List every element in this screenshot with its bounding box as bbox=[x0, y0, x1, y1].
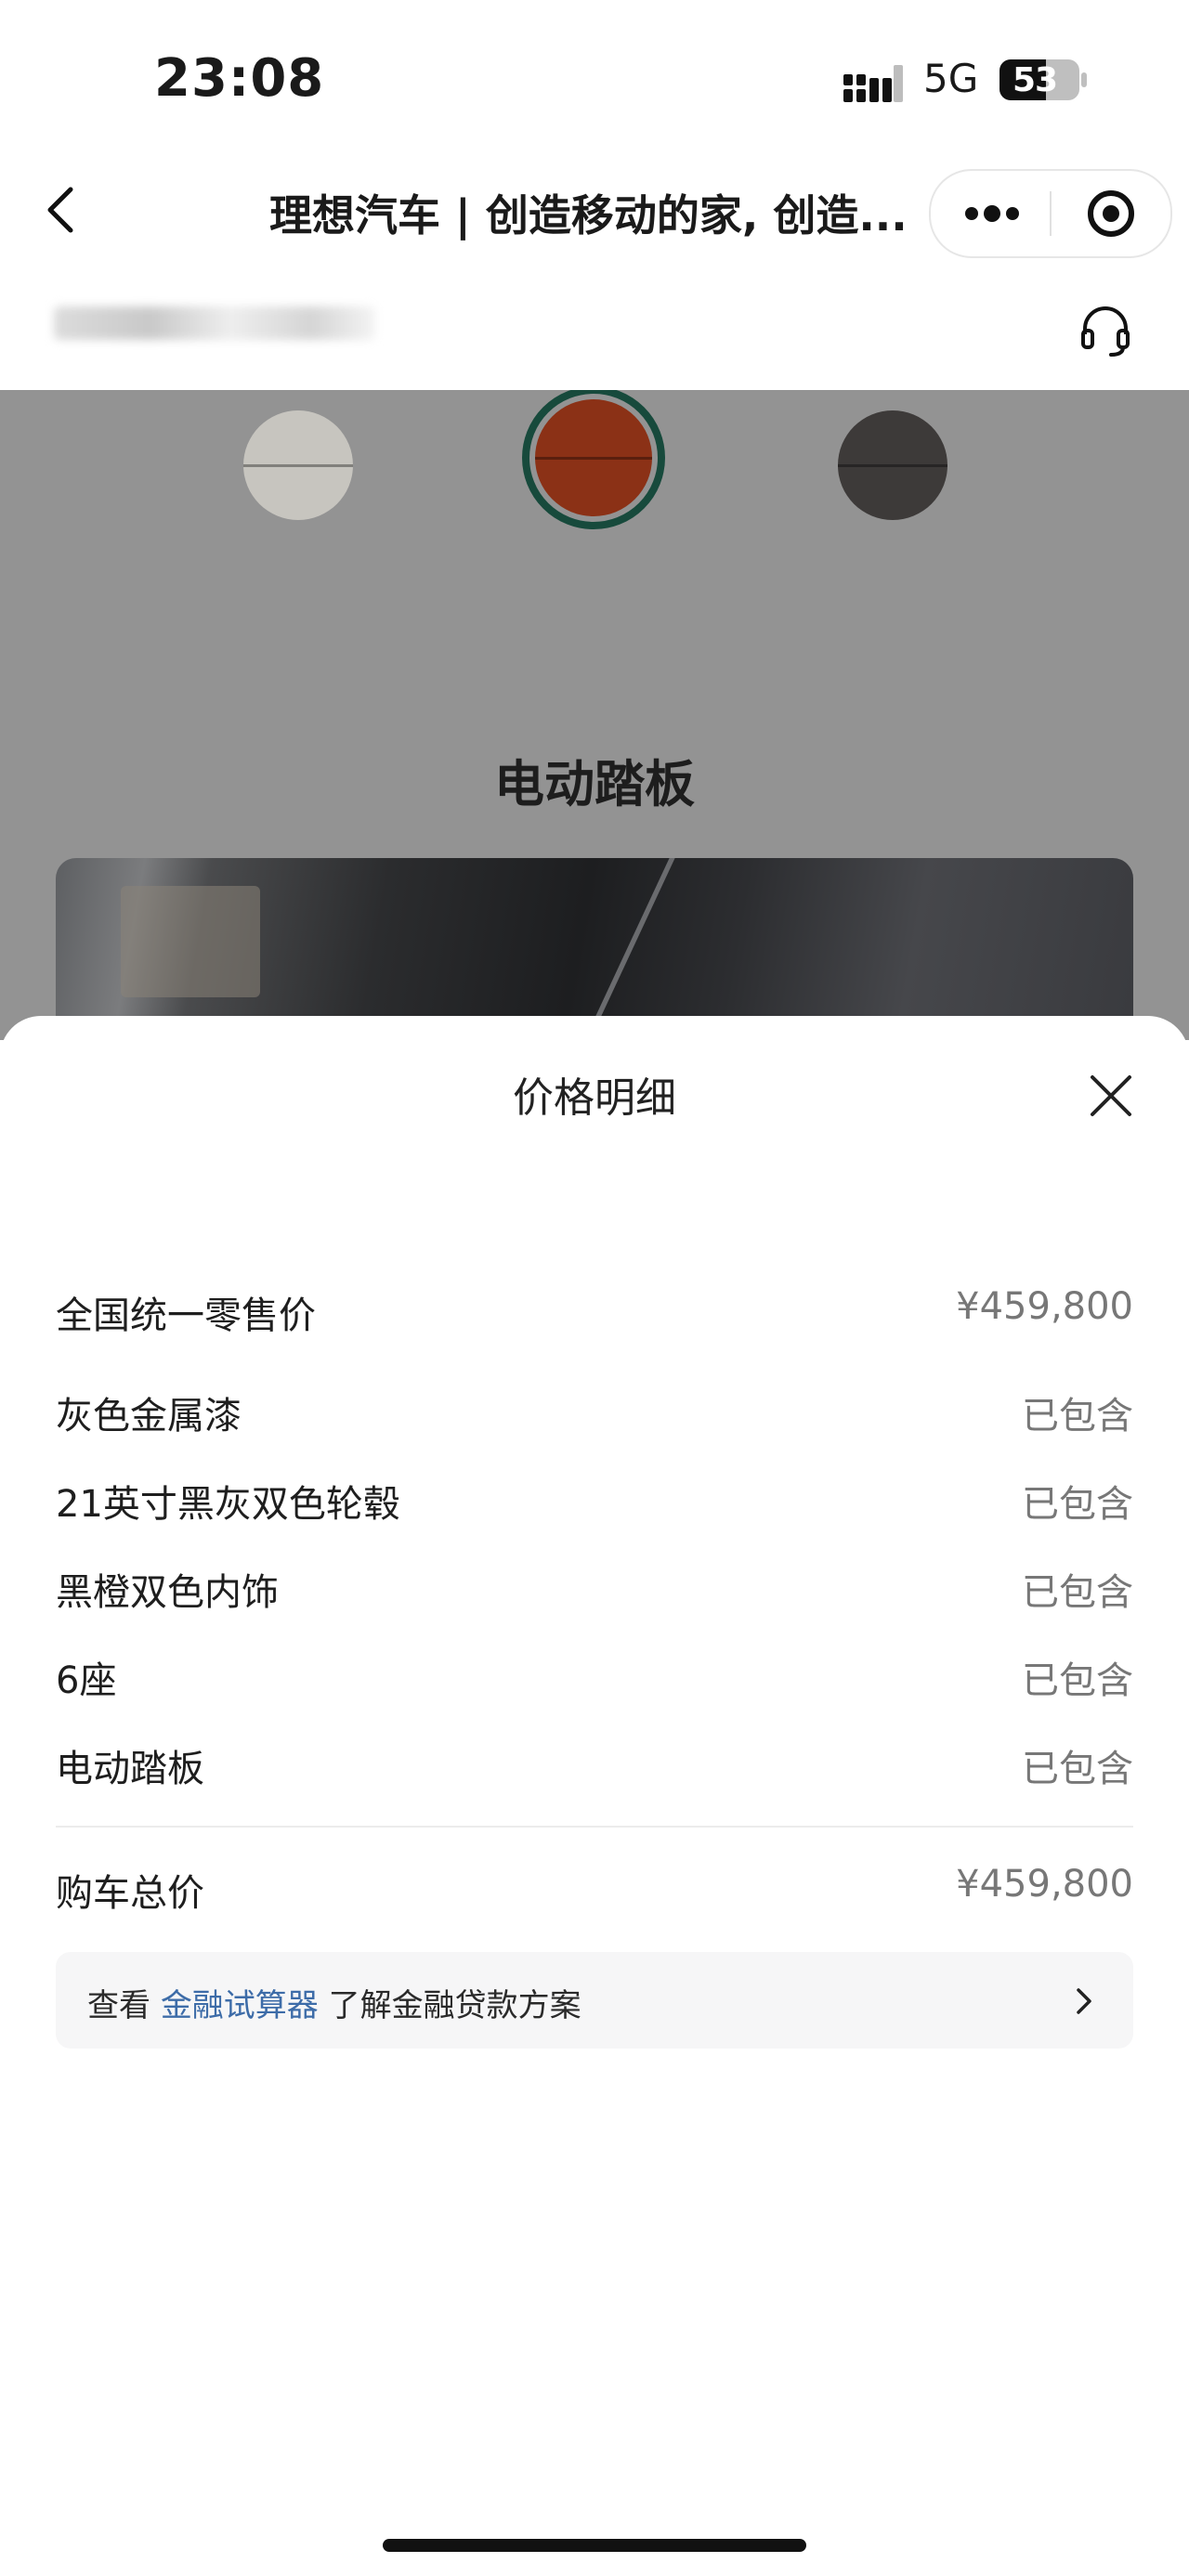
customer-service-headset-icon[interactable] bbox=[1078, 303, 1133, 358]
page-title: 理想汽车 | 创造移动的家, 创造... bbox=[269, 190, 908, 241]
price-row: 黑橙双色内饰 已包含 bbox=[56, 1562, 1133, 1650]
brand-row bbox=[0, 269, 1189, 390]
home-indicator bbox=[383, 2539, 806, 2552]
more-options-icon[interactable] bbox=[931, 171, 1050, 256]
network-type: 5G bbox=[923, 56, 979, 101]
price-row: 21英寸黑灰双色轮毂 已包含 bbox=[56, 1474, 1133, 1562]
price-row: 全国统一零售价 ¥459,800 bbox=[56, 1285, 1133, 1386]
total-price-row: 购车总价 ¥459,800 bbox=[56, 1863, 1133, 1919]
price-detail-sheet: 价格明细 全国统一零售价 ¥459,800 灰色金属漆 已包含 21英寸黑灰双色… bbox=[0, 1016, 1189, 2576]
divider bbox=[56, 1826, 1133, 1828]
chevron-right-icon bbox=[1077, 1988, 1091, 2014]
finance-calculator-link[interactable]: 查看 金融试算器 了解金融贷款方案 bbox=[56, 1952, 1133, 2049]
close-icon[interactable] bbox=[1087, 1072, 1135, 1120]
interior-swatch-light-gray[interactable] bbox=[243, 410, 353, 520]
interior-swatch-orange[interactable] bbox=[535, 399, 652, 516]
sheet-title: 价格明细 bbox=[513, 1074, 676, 1122]
battery-icon: 53 bbox=[1000, 59, 1089, 100]
price-row: 灰色金属漆 已包含 bbox=[56, 1386, 1133, 1474]
price-list: 全国统一零售价 ¥459,800 灰色金属漆 已包含 21英寸黑灰双色轮毂 已包… bbox=[56, 1285, 1133, 1827]
finance-calculator-link-text[interactable]: 金融试算器 bbox=[161, 1987, 319, 2024]
back-arrow-icon[interactable] bbox=[37, 184, 89, 236]
finance-prefix: 查看 bbox=[87, 1987, 150, 2024]
total-price-label: 购车总价 bbox=[56, 1872, 204, 1915]
total-price-value: ¥459,800 bbox=[956, 1863, 1133, 1906]
price-row-value: 已包含 bbox=[1022, 1571, 1133, 1614]
price-row-label: 灰色金属漆 bbox=[56, 1395, 242, 1438]
price-row-label: 全国统一零售价 bbox=[56, 1295, 316, 1337]
feature-title: 电动踏板 bbox=[494, 755, 695, 813]
price-row-label: 电动踏板 bbox=[56, 1748, 204, 1790]
close-miniprogram-icon[interactable] bbox=[1052, 171, 1170, 256]
interior-swatch-dark-gray[interactable] bbox=[838, 410, 947, 520]
price-row-label: 黑橙双色内饰 bbox=[56, 1571, 279, 1614]
price-row-value: 已包含 bbox=[1022, 1395, 1133, 1438]
price-row-value: 已包含 bbox=[1022, 1748, 1133, 1790]
finance-link-text: 查看 金融试算器 了解金融贷款方案 bbox=[87, 1980, 581, 2025]
price-row-value: ¥459,800 bbox=[956, 1285, 1133, 1328]
miniprogram-capsule bbox=[929, 169, 1172, 258]
status-time: 23:08 bbox=[154, 48, 325, 109]
price-row-value: 已包含 bbox=[1022, 1483, 1133, 1526]
status-bar: 23:08 5G 53 bbox=[0, 0, 1189, 158]
feature-image bbox=[56, 858, 1133, 1040]
title-bar: 理想汽车 | 创造移动的家, 创造... bbox=[0, 158, 1189, 262]
brand-logo bbox=[54, 306, 375, 340]
price-row: 电动踏板 已包含 bbox=[56, 1738, 1133, 1827]
finance-suffix: 了解金融贷款方案 bbox=[328, 1987, 581, 2024]
price-row-label: 21英寸黑灰双色轮毂 bbox=[56, 1483, 400, 1526]
cellular-signal-icon bbox=[843, 65, 903, 102]
price-row: 6座 已包含 bbox=[56, 1650, 1133, 1738]
battery-level: 53 bbox=[1013, 61, 1058, 99]
configurator-background: 电动踏板 bbox=[0, 390, 1189, 1040]
price-row-value: 已包含 bbox=[1022, 1659, 1133, 1702]
price-row-label: 6座 bbox=[56, 1659, 117, 1702]
